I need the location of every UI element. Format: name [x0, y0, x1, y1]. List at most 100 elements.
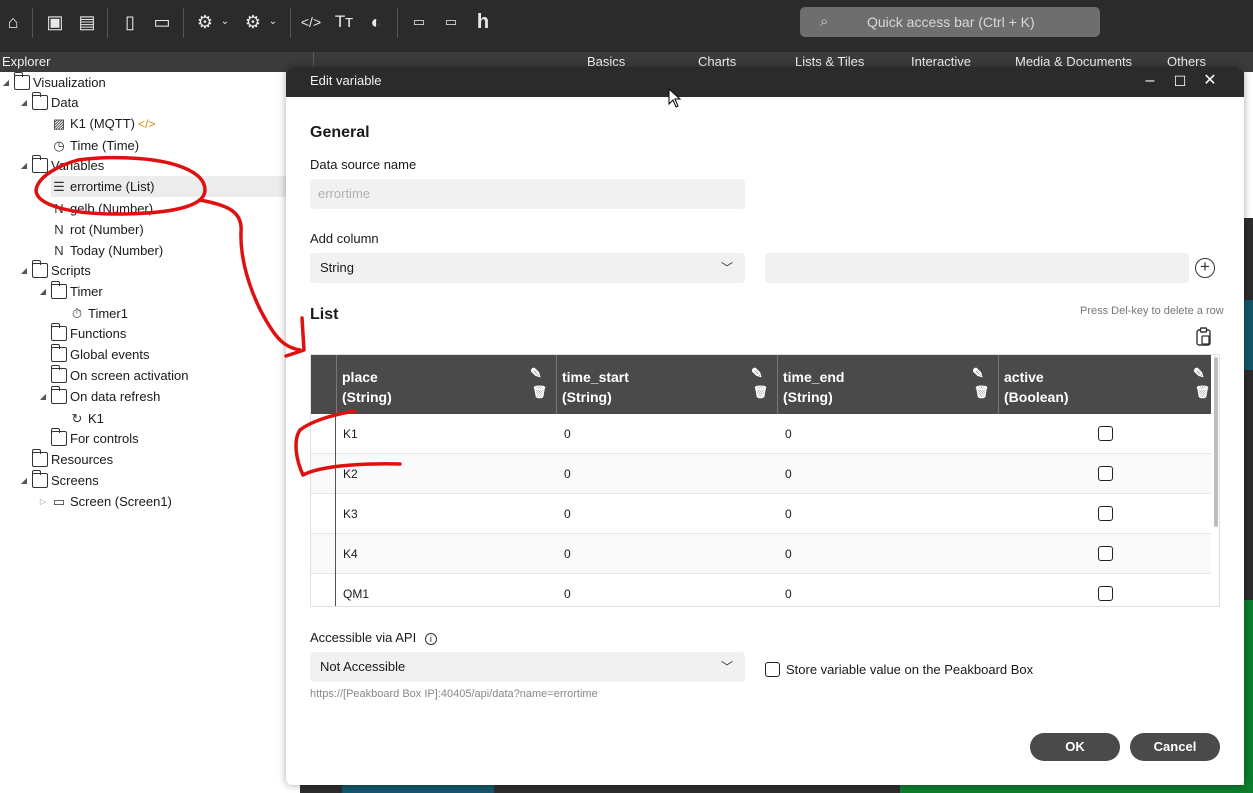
code-tag-icon[interactable]: </> — [138, 117, 155, 131]
quick-access-bar[interactable]: ⌕ Quick access bar (Ctrl + K) — [800, 7, 1100, 37]
cell-time-start[interactable]: 0 — [557, 574, 777, 606]
collapse-arrow-icon[interactable]: ◢ — [18, 260, 30, 281]
tree-item-k1-refresh[interactable]: ↻ K1 — [69, 408, 104, 429]
text-format-icon[interactable]: Tт — [332, 10, 356, 34]
column-header-active[interactable]: active (Boolean) ✎ 🗑 — [998, 355, 1211, 414]
tree-item-rot[interactable]: Nrot (Number) — [51, 219, 143, 240]
edit-pencil-icon[interactable]: ✎ — [530, 365, 542, 382]
table-row[interactable]: K2 0 0 — [311, 454, 1211, 494]
tree-item-on-data-refresh[interactable]: ◢ On data refresh — [40, 386, 160, 407]
active-checkbox[interactable] — [1098, 426, 1113, 441]
edit-pencil-icon[interactable]: ✎ — [1193, 365, 1205, 382]
new-file-icon[interactable]: ▯ — [118, 10, 142, 34]
cell-place[interactable]: K2 — [336, 454, 556, 494]
tree-item-k1-mqtt[interactable]: ▨ K1 (MQTT) </> — [51, 113, 156, 134]
tree-item-global-events[interactable]: Global events — [51, 344, 150, 365]
column-header-time-start[interactable]: time_start (String) ✎ 🗑 — [556, 355, 777, 414]
close-icon[interactable]: ✕ — [1201, 72, 1219, 90]
tree-item-functions[interactable]: Functions — [51, 323, 126, 344]
row-header[interactable] — [311, 534, 336, 574]
ok-button[interactable]: OK — [1030, 733, 1120, 761]
column-type-select[interactable]: String ﹀ — [310, 253, 745, 283]
hub-icon[interactable]: h — [471, 10, 495, 34]
row-header[interactable] — [311, 414, 336, 454]
cell-place[interactable]: K1 — [336, 414, 556, 454]
tree-item-data[interactable]: ◢ Data — [21, 92, 78, 113]
trash-icon[interactable]: 🗑 — [1195, 385, 1210, 399]
table-row[interactable]: K4 0 0 — [311, 534, 1211, 574]
cell-time-start[interactable]: 0 — [557, 454, 777, 494]
add-column-button[interactable]: + — [1195, 258, 1215, 278]
cell-time-end[interactable]: 0 — [778, 534, 998, 574]
table-scrollbar[interactable] — [1211, 355, 1219, 606]
save-icon[interactable]: ▣ — [43, 10, 67, 34]
tree-item-variables[interactable]: ◢ Variables — [21, 155, 104, 176]
store-on-box-checkbox[interactable] — [765, 662, 780, 677]
active-checkbox[interactable] — [1098, 586, 1113, 601]
cell-time-end[interactable]: 0 — [778, 574, 998, 606]
peakboard-box-icon[interactable]: ▭ — [407, 10, 431, 34]
active-checkbox[interactable] — [1098, 546, 1113, 561]
tree-item-screen1[interactable]: ▷ ▭ Screen (Screen1) — [40, 491, 172, 512]
row-header[interactable] — [311, 494, 336, 534]
tree-item-today[interactable]: N Today (Number) — [51, 240, 163, 261]
tree-item-on-screen-activation[interactable]: On screen activation — [51, 365, 189, 386]
cancel-button[interactable]: Cancel — [1130, 733, 1220, 761]
cell-time-start[interactable]: 0 — [557, 534, 777, 574]
home-icon[interactable]: ⌂ — [1, 10, 25, 34]
collapse-arrow-icon[interactable]: ◢ — [37, 281, 49, 302]
tree-item-errortime[interactable]: ☰ errortime (List) — [51, 176, 286, 197]
cell-time-start[interactable]: 0 — [557, 494, 777, 534]
cell-time-end[interactable]: 0 — [778, 414, 998, 454]
trash-icon[interactable]: 🗑 — [532, 385, 547, 399]
folder-settings-icon[interactable]: ⚙ — [241, 10, 265, 34]
cell-place[interactable]: QM1 — [336, 574, 556, 606]
scrollbar-thumb[interactable] — [1214, 357, 1218, 527]
edit-pencil-icon[interactable]: ✎ — [751, 365, 763, 382]
table-row[interactable]: K3 0 0 — [311, 494, 1211, 534]
settings-icon[interactable]: ⚙ — [193, 10, 217, 34]
column-name-input[interactable] — [765, 253, 1189, 283]
tree-item-scripts[interactable]: ◢ Scripts — [21, 260, 91, 281]
tree-item-resources[interactable]: Resources — [32, 449, 113, 470]
active-checkbox[interactable] — [1098, 466, 1113, 481]
collapse-arrow-icon[interactable]: ◢ — [18, 92, 30, 113]
maximize-icon[interactable]: ☐ — [1171, 72, 1189, 90]
collapse-arrow-icon[interactable]: ◢ — [0, 72, 12, 93]
cell-time-end[interactable]: 0 — [778, 494, 998, 534]
collapse-arrow-icon[interactable]: ◢ — [18, 155, 30, 176]
collapse-arrow-icon[interactable]: ◢ — [18, 470, 30, 491]
row-header[interactable] — [311, 574, 336, 606]
tree-item-time[interactable]: ◷ Time (Time) — [51, 135, 139, 156]
edge-icon[interactable]: ▭ — [439, 10, 463, 34]
data-source-name-input[interactable]: errortime — [310, 179, 745, 209]
edit-pencil-icon[interactable]: ✎ — [972, 365, 984, 382]
row-header[interactable] — [311, 454, 336, 494]
table-row[interactable]: K1 0 0 — [311, 414, 1211, 454]
tree-item-screens[interactable]: ◢ Screens — [21, 470, 99, 491]
cell-place[interactable]: K3 — [336, 494, 556, 534]
save-as-icon[interactable]: ▤ — [75, 10, 99, 34]
cell-time-start[interactable]: 0 — [557, 414, 777, 454]
info-icon[interactable]: i — [424, 633, 437, 645]
tree-item-visualization[interactable]: ◢ Visualization — [3, 72, 106, 93]
table-row[interactable]: QM1 0 0 — [311, 574, 1211, 606]
code-icon[interactable]: </> — [299, 10, 323, 34]
minimize-icon[interactable]: – — [1141, 72, 1159, 90]
cell-place[interactable]: K4 — [336, 534, 556, 574]
open-folder-icon[interactable]: ▭ — [150, 10, 174, 34]
column-header-place[interactable]: place (String) ✎ 🗑 — [336, 355, 556, 414]
cell-time-end[interactable]: 0 — [778, 454, 998, 494]
collapse-arrow-icon[interactable]: ◢ — [37, 386, 49, 407]
tree-item-for-controls[interactable]: For controls — [51, 428, 139, 449]
clipboard-icon[interactable] — [1195, 327, 1213, 347]
trash-icon[interactable]: 🗑 — [974, 385, 989, 399]
trash-icon[interactable]: 🗑 — [753, 385, 768, 399]
column-header-time-end[interactable]: time_end (String) ✎ 🗑 — [777, 355, 998, 414]
chevron-down-icon[interactable]: ⌄ — [218, 10, 232, 34]
chevron-down-icon[interactable]: ⌄ — [266, 10, 280, 34]
expand-arrow-icon[interactable]: ▷ — [37, 491, 49, 512]
active-checkbox[interactable] — [1098, 506, 1113, 521]
tree-item-timer[interactable]: ◢ Timer — [40, 281, 103, 302]
tree-item-timer1[interactable]: ⏱ Timer1 — [69, 303, 128, 324]
